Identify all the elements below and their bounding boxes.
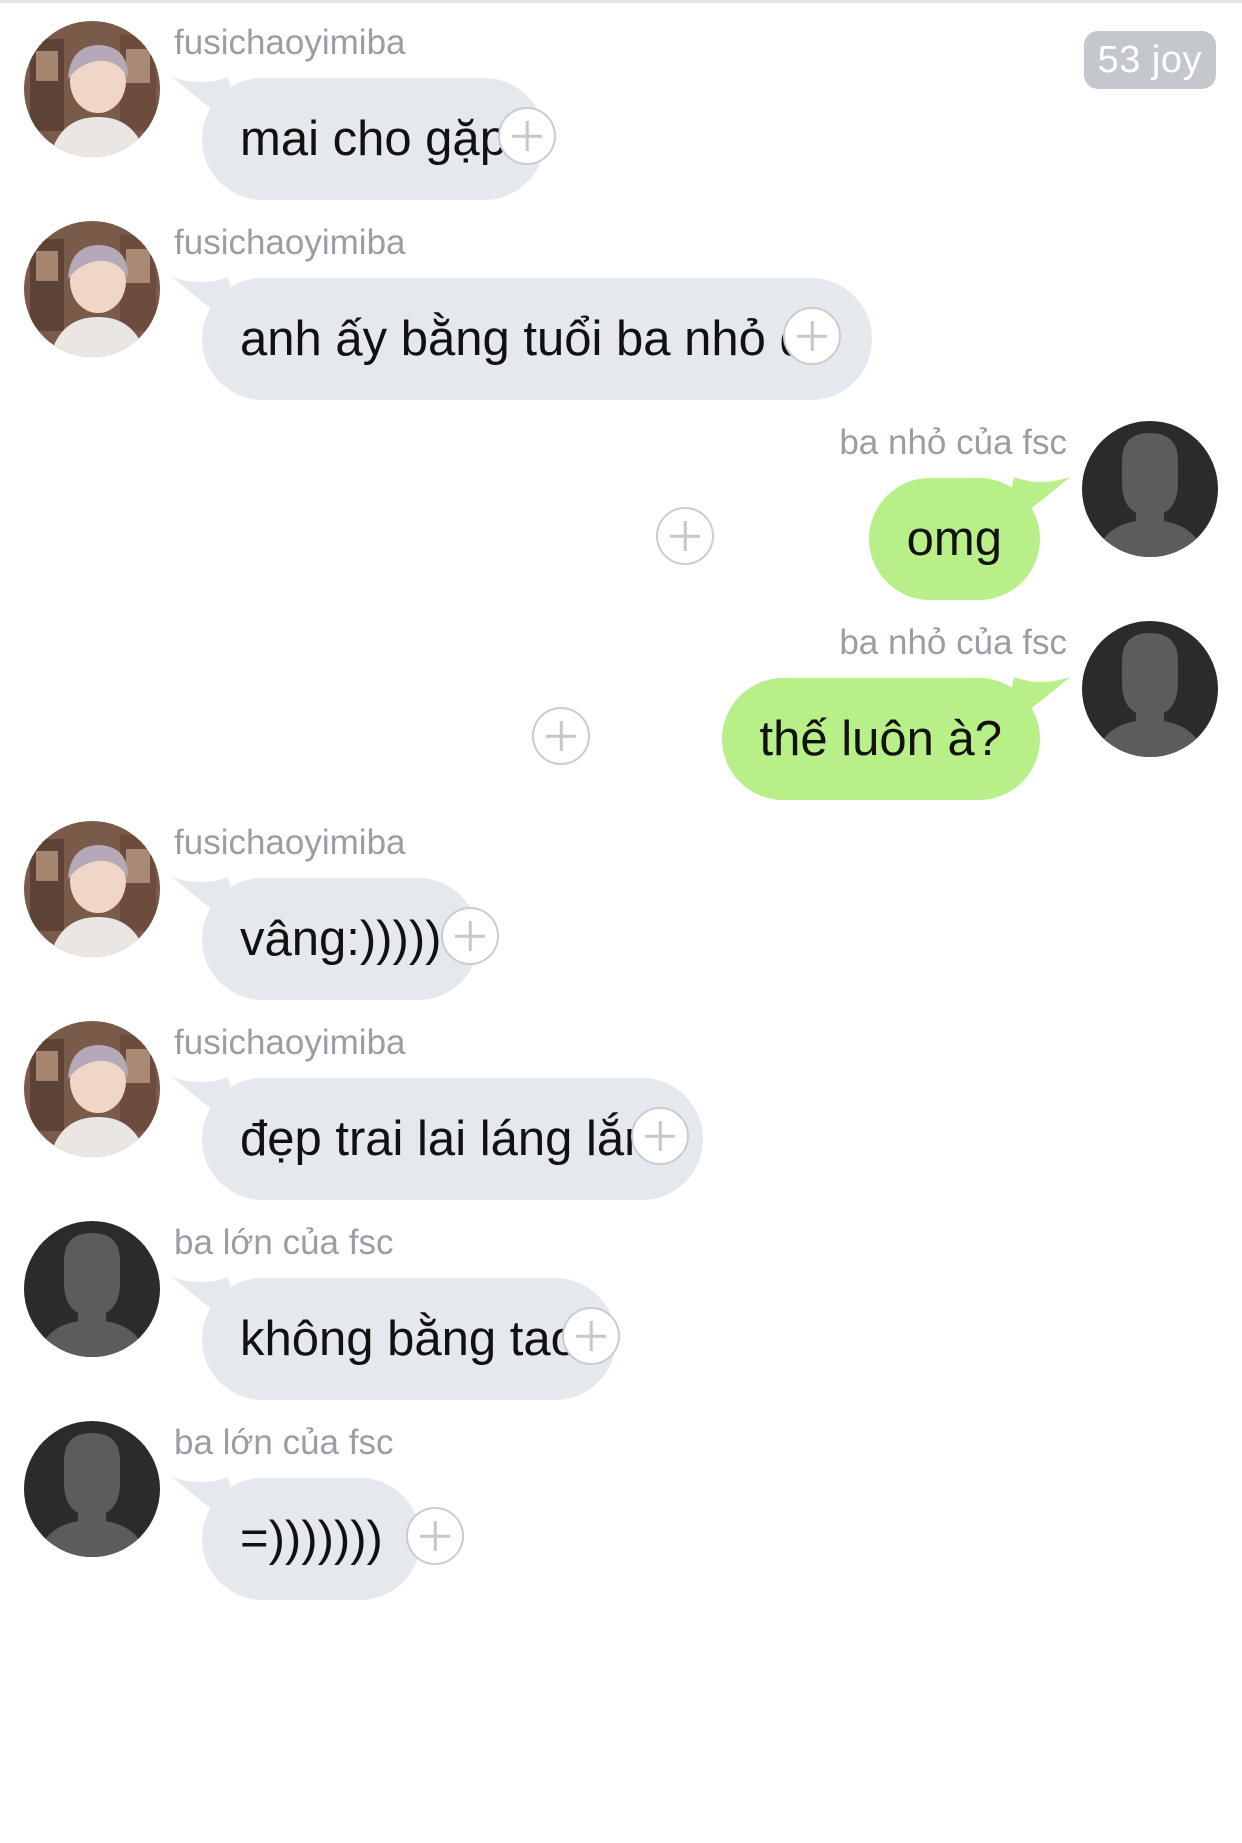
message-row: fusichaoyimiba vâng:))))) bbox=[0, 803, 1242, 1003]
sender-name: fusichaoyimiba bbox=[174, 1023, 406, 1062]
sender-name: fusichaoyimiba bbox=[174, 23, 406, 62]
add-reaction-icon[interactable] bbox=[498, 107, 556, 165]
sender-name: fusichaoyimiba bbox=[174, 223, 406, 262]
sender-name: ba nhỏ của fsc bbox=[839, 623, 1067, 662]
sender-name: ba nhỏ của fsc bbox=[839, 423, 1067, 462]
message-row: ba nhỏ của fsc thế luôn à? bbox=[0, 603, 1242, 803]
sender-name: fusichaoyimiba bbox=[174, 823, 406, 862]
sender-name: ba lớn của fsc bbox=[174, 1223, 394, 1262]
message-bubble[interactable]: thế luôn à? bbox=[721, 678, 1040, 800]
add-reaction-icon[interactable] bbox=[631, 1107, 689, 1165]
message-bubble[interactable]: anh ấy bằng tuổi ba nhỏ đó bbox=[202, 278, 872, 400]
message-bubble[interactable]: không bằng tao bbox=[202, 1278, 616, 1400]
message-bubble[interactable]: =))))))) bbox=[202, 1478, 421, 1600]
sender-name: ba lớn của fsc bbox=[174, 1423, 394, 1462]
message-row: ba lớn của fsc =))))))) bbox=[0, 1403, 1242, 1603]
photo-avatar[interactable] bbox=[24, 221, 160, 357]
message-row: fusichaoyimiba anh ấy bằng tuổi ba nhỏ đ… bbox=[0, 203, 1242, 403]
photo-avatar[interactable] bbox=[24, 21, 160, 157]
default-avatar[interactable] bbox=[1082, 421, 1218, 557]
message-row: fusichaoyimiba đẹp trai lai láng lắm bbox=[0, 1003, 1242, 1203]
add-reaction-icon[interactable] bbox=[562, 1307, 620, 1365]
message-row: ba lớn của fsc không bằng tao bbox=[0, 1203, 1242, 1403]
chat-screen: 53 joy fusichaoyimiba mai cho gặp fusich… bbox=[0, 0, 1242, 1843]
default-avatar[interactable] bbox=[24, 1221, 160, 1357]
add-reaction-icon[interactable] bbox=[406, 1507, 464, 1565]
add-reaction-icon[interactable] bbox=[441, 907, 499, 965]
message-bubble[interactable]: vâng:))))) bbox=[202, 878, 480, 1000]
message-row: ba nhỏ của fsc omg bbox=[0, 403, 1242, 603]
message-bubble[interactable]: omg bbox=[868, 478, 1040, 600]
message-row: fusichaoyimiba mai cho gặp bbox=[0, 3, 1242, 203]
photo-avatar[interactable] bbox=[24, 821, 160, 957]
add-reaction-icon[interactable] bbox=[532, 707, 590, 765]
message-bubble[interactable]: mai cho gặp bbox=[202, 78, 545, 200]
photo-avatar[interactable] bbox=[24, 1021, 160, 1157]
default-avatar[interactable] bbox=[1082, 621, 1218, 757]
add-reaction-icon[interactable] bbox=[656, 507, 714, 565]
default-avatar[interactable] bbox=[24, 1421, 160, 1557]
message-bubble[interactable]: đẹp trai lai láng lắm bbox=[202, 1078, 703, 1200]
add-reaction-icon[interactable] bbox=[783, 307, 841, 365]
